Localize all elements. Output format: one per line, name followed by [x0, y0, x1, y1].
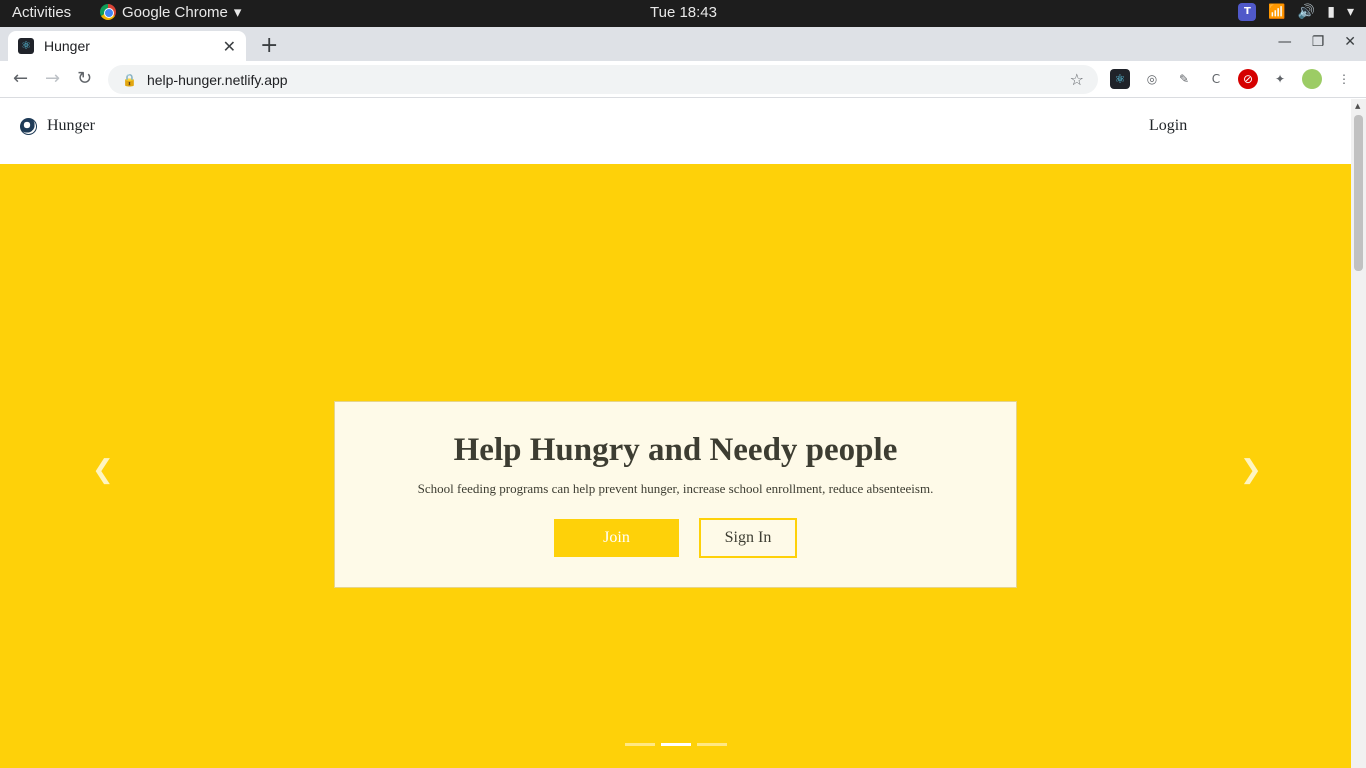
forward-icon[interactable]: → — [45, 68, 60, 89]
extensions-area: ⚛ ◎ ✎ C ⊘ ✦ ⋮ — [1110, 69, 1354, 89]
chrome-icon — [100, 4, 116, 20]
page-viewport: Hunger Login ❮ ❯ Help Hungry and Needy p… — [0, 99, 1351, 768]
restore-icon[interactable]: ❐ — [1312, 34, 1325, 50]
hero-heading: Help Hungry and Needy people — [453, 432, 898, 468]
new-tab-button[interactable]: + — [260, 33, 278, 58]
browser-toolbar: ← → ↻ 🔒 help-hunger.netlify.app ☆ ⚛ ◎ ✎ … — [0, 61, 1366, 98]
color-picker-icon[interactable]: ✎ — [1174, 69, 1194, 89]
clock[interactable]: Tue 18:43 — [650, 4, 717, 21]
tab-title: Hunger — [44, 38, 90, 54]
address-bar[interactable]: 🔒 help-hunger.netlify.app ☆ — [108, 65, 1098, 94]
star-icon[interactable]: ☆ — [1070, 70, 1084, 89]
join-button[interactable]: Join — [554, 519, 679, 557]
teams-icon[interactable]: T — [1238, 3, 1257, 21]
site-navbar: Hunger Login — [0, 99, 1351, 164]
activities-button[interactable]: Activities — [12, 4, 71, 21]
system-top-bar: Activities Google Chrome ▾ Tue 18:43 T 📶… — [0, 0, 1366, 27]
lock-icon[interactable]: 🔒 — [122, 73, 137, 87]
battery-icon[interactable]: ▮ — [1327, 4, 1335, 20]
scrollbar-thumb[interactable] — [1354, 115, 1363, 271]
carousel-indicator[interactable] — [697, 743, 727, 746]
caret-down-icon: ▾ — [233, 4, 242, 21]
tab-strip: ⚛ Hunger ✕ + — ❐ ✕ — [0, 27, 1366, 61]
chevron-left-icon[interactable]: ❮ — [92, 455, 114, 485]
system-menu-caret-icon[interactable]: ▾ — [1347, 4, 1354, 20]
carousel-indicator[interactable] — [661, 743, 691, 746]
carousel-indicators — [625, 743, 727, 746]
wifi-icon[interactable]: 📶 — [1268, 4, 1285, 20]
blocker-icon[interactable]: ⊘ — [1238, 69, 1258, 89]
scrollbar[interactable]: ▲ — [1351, 99, 1366, 768]
carousel-indicator[interactable] — [625, 743, 655, 746]
hero-card: Help Hungry and Needy people School feed… — [334, 401, 1017, 588]
url-text[interactable]: help-hunger.netlify.app — [147, 72, 1070, 88]
close-window-icon[interactable]: ✕ — [1344, 34, 1356, 50]
extension-c-icon[interactable]: C — [1206, 69, 1226, 89]
extension-circle-icon[interactable]: ◎ — [1142, 69, 1162, 89]
react-favicon-icon: ⚛ — [18, 38, 34, 54]
puzzle-icon[interactable]: ✦ — [1270, 69, 1290, 89]
avatar[interactable] — [1302, 69, 1322, 89]
volume-icon[interactable]: 🔊 — [1298, 4, 1315, 20]
app-menu[interactable]: Google Chrome ▾ — [100, 3, 241, 21]
tab-hunger[interactable]: ⚛ Hunger ✕ — [8, 31, 246, 61]
back-icon[interactable]: ← — [13, 68, 28, 89]
minimize-icon[interactable]: — — [1278, 34, 1292, 50]
reload-icon[interactable]: ↻ — [77, 68, 92, 89]
system-tray[interactable]: T 📶 🔊 ▮ ▾ — [1238, 3, 1354, 21]
kebab-menu-icon[interactable]: ⋮ — [1334, 69, 1354, 89]
hero-carousel: ❮ ❯ Help Hungry and Needy people School … — [0, 164, 1351, 768]
scroll-up-icon[interactable]: ▲ — [1355, 102, 1360, 110]
react-devtools-icon[interactable]: ⚛ — [1110, 69, 1130, 89]
chevron-right-icon[interactable]: ❯ — [1240, 455, 1262, 485]
brand-name: Hunger — [47, 117, 95, 134]
login-link[interactable]: Login — [1149, 117, 1187, 135]
brand[interactable]: Hunger — [20, 117, 95, 135]
hunger-logo-icon — [20, 117, 37, 135]
sign-in-button[interactable]: Sign In — [699, 518, 797, 558]
close-tab-icon[interactable]: ✕ — [223, 37, 236, 56]
app-menu-label: Google Chrome — [122, 3, 228, 21]
window-controls: — ❐ ✕ — [1278, 34, 1356, 50]
hero-actions: Join Sign In — [335, 518, 1016, 558]
hero-subtext: School feeding programs can help prevent… — [417, 481, 934, 496]
